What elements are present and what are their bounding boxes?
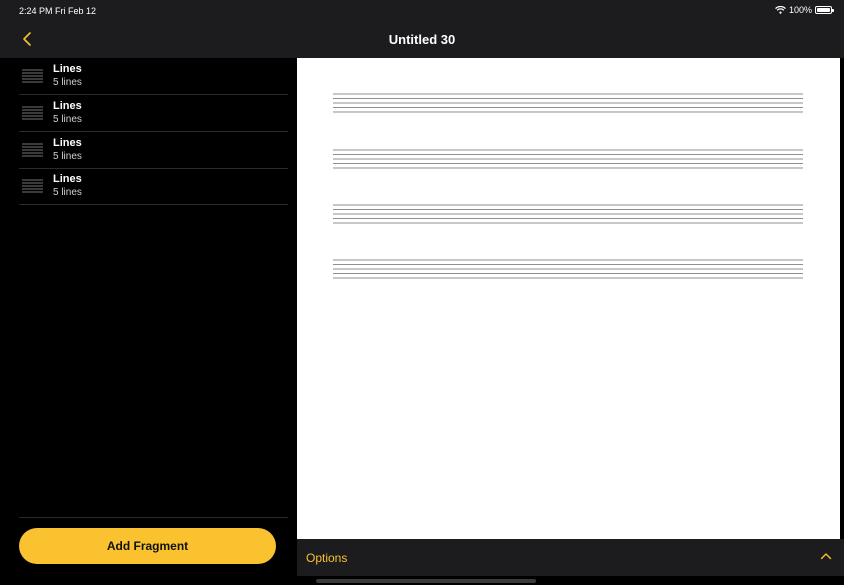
fragment-list-item[interactable]: Lines 5 lines [19,132,288,169]
sidebar: Lines 5 lines Lines 5 lines Lines 5 line… [0,58,297,585]
fragment-subtitle: 5 lines [53,77,82,88]
fragment-subtitle: 5 lines [53,151,82,162]
staff [333,204,803,224]
options-label: Options [306,551,348,565]
fragment-list-item[interactable]: Lines 5 lines [19,168,288,205]
lines-icon [22,106,43,120]
chevron-up-icon[interactable] [820,552,832,560]
lines-icon [22,179,43,193]
lines-icon [22,69,43,83]
fragment-list-item[interactable]: Lines 5 lines [19,95,288,132]
battery-icon [815,6,834,14]
add-fragment-button[interactable]: Add Fragment [19,528,276,564]
fragment-title: Lines [53,137,82,149]
wifi-icon [775,6,786,14]
battery-percent: 100% [788,5,812,15]
home-indicator [316,579,536,583]
fragment-title: Lines [53,63,82,75]
fragment-subtitle: 5 lines [53,114,82,125]
fragment-title: Lines [53,100,82,112]
lines-icon [22,143,43,157]
score-canvas[interactable] [297,58,840,539]
status-bar: 2:24 PM Fri Feb 12 100% [0,0,844,20]
sidebar-divider [19,517,288,518]
staff [333,259,803,279]
staff [333,93,803,113]
fragment-list-item[interactable]: Lines 5 lines [19,58,288,95]
staff [333,149,803,169]
fragment-subtitle: 5 lines [53,187,82,198]
status-indicators: 100% [775,5,834,15]
fragment-title: Lines [53,173,82,185]
status-time: 2:24 PM Fri Feb 12 [19,6,97,16]
options-bar[interactable]: Options [297,539,844,576]
page-title: Untitled 30 [388,32,456,47]
nav-bar: Untitled 30 [0,20,844,58]
